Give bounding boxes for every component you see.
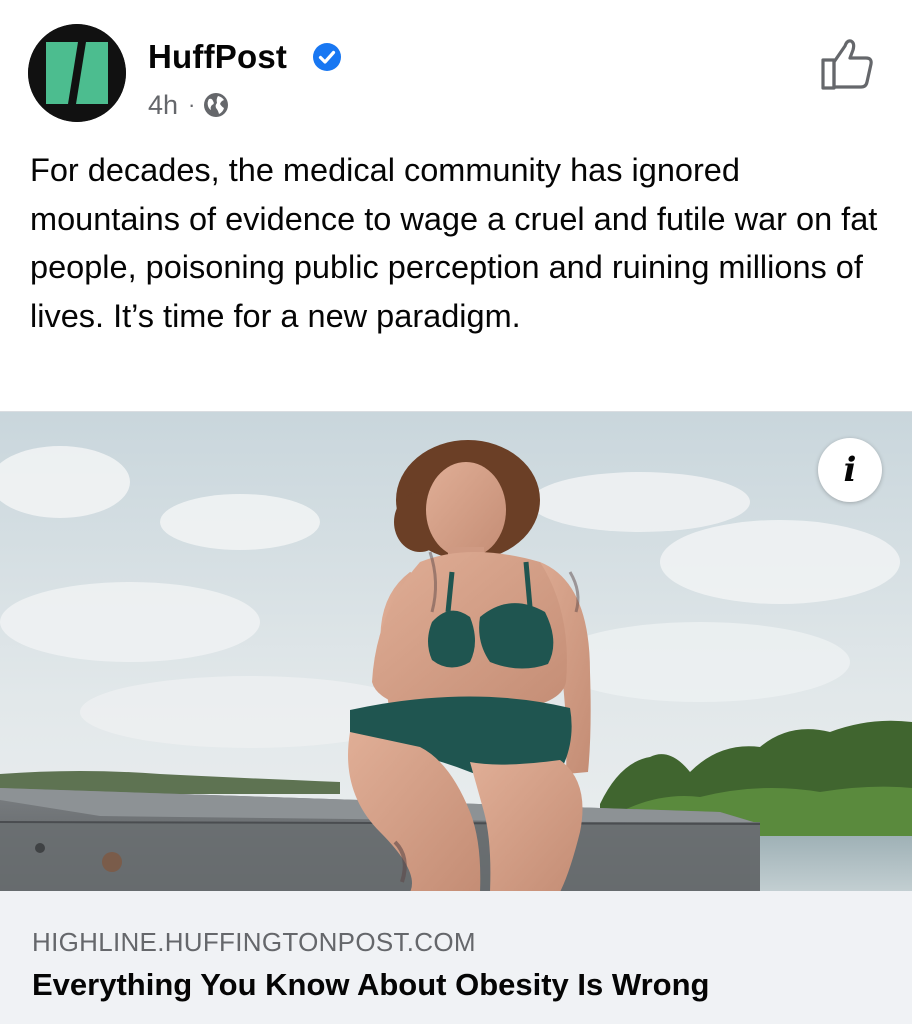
globe-icon: [204, 93, 229, 117]
verified-badge-icon: [313, 43, 341, 71]
info-button[interactable]: i: [818, 438, 882, 502]
link-preview-image[interactable]: i: [0, 411, 912, 892]
post-message: For decades, the medical community has i…: [30, 152, 878, 334]
post-meta: 4h ·: [148, 88, 229, 122]
article-photo: [0, 412, 912, 892]
huffpost-avatar[interactable]: [28, 24, 126, 122]
post-timestamp[interactable]: 4h: [148, 90, 178, 121]
page-name[interactable]: HuffPost: [148, 38, 287, 76]
thumbs-up-icon: [821, 39, 873, 90]
post-header: HuffPost 4h ·: [0, 0, 912, 140]
like-page-button[interactable]: [818, 36, 876, 92]
link-title[interactable]: Everything You Know About Obesity Is Wro…: [32, 967, 709, 1003]
link-domain: HIGHLINE.HUFFINGTONPOST.COM: [32, 927, 476, 957]
link-preview-card[interactable]: i HIGHLINE.HUFFINGTONPOST.COM Everything…: [0, 411, 912, 1024]
facebook-post: HuffPost 4h · For decades, the medical c…: [0, 0, 912, 1024]
meta-separator: ·: [188, 92, 196, 117]
huffpost-logo-icon: [28, 24, 126, 122]
link-preview-footer[interactable]: HIGHLINE.HUFFINGTONPOST.COM Everything Y…: [0, 891, 912, 1024]
